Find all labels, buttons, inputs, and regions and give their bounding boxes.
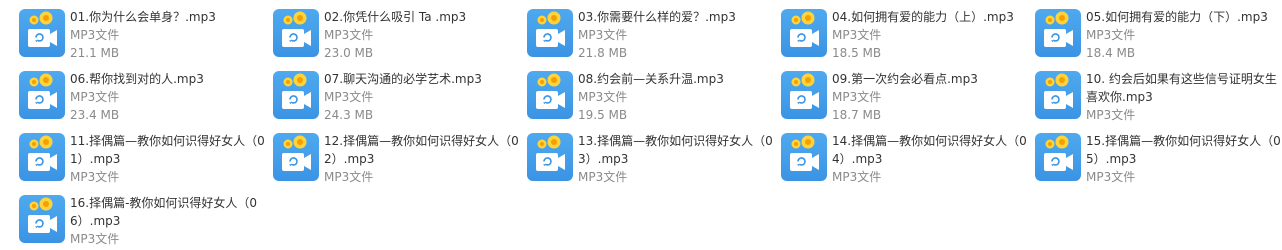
file-type: MP3文件 bbox=[578, 170, 628, 184]
file-size: 24.3 MB bbox=[324, 108, 374, 122]
audio-file-icon bbox=[19, 133, 65, 181]
file-size: 18.5 MB bbox=[832, 46, 882, 60]
audio-file-icon bbox=[273, 71, 319, 119]
audio-file-icon bbox=[19, 195, 65, 243]
file-type: MP3文件 bbox=[1086, 28, 1136, 42]
file-name: 07.聊天沟通的必学艺术.mp3 bbox=[324, 72, 482, 86]
file-item[interactable]: 11.择偶篇—教你如何识得好女人（01）.mp3 MP3文件 bbox=[16, 128, 266, 186]
file-size: 18.7 MB bbox=[832, 108, 882, 122]
file-item[interactable]: 16.择偶篇-教你如何识得好女人（06）.mp3 MP3文件 bbox=[16, 190, 266, 248]
audio-file-icon bbox=[1035, 71, 1081, 119]
file-name: 14.择偶篇—教你如何识得好女人（04）.mp3 bbox=[832, 134, 1027, 166]
file-type: MP3文件 bbox=[324, 90, 374, 104]
file-type: MP3文件 bbox=[324, 28, 374, 42]
file-type: MP3文件 bbox=[70, 232, 120, 246]
file-item[interactable]: 04.如何拥有爱的能力（上）.mp3 MP3文件 18.5 MB bbox=[778, 4, 1028, 62]
audio-file-icon bbox=[1035, 9, 1081, 57]
audio-file-icon bbox=[19, 9, 65, 57]
file-size: 18.4 MB bbox=[1086, 46, 1136, 60]
file-size: 21.8 MB bbox=[578, 46, 628, 60]
file-item[interactable]: 09.第一次约会必看点.mp3 MP3文件 18.7 MB bbox=[778, 66, 1028, 124]
file-item[interactable]: 06.帮你找到对的人.mp3 MP3文件 23.4 MB bbox=[16, 66, 266, 124]
file-item[interactable]: 03.你需要什么样的爱？.mp3 MP3文件 21.8 MB bbox=[524, 4, 774, 62]
audio-file-icon bbox=[527, 9, 573, 57]
audio-file-icon bbox=[527, 71, 573, 119]
file-item[interactable]: 15.择偶篇—教你如何识得好女人（05）.mp3 MP3文件 bbox=[1032, 128, 1282, 186]
file-grid: 01.你为什么会单身？.mp3 MP3文件 21.1 MB 02.你凭什么吸引 … bbox=[0, 0, 1282, 250]
file-size: 21.1 MB bbox=[70, 46, 120, 60]
audio-file-icon bbox=[781, 133, 827, 181]
file-type: MP3文件 bbox=[324, 170, 374, 184]
file-name: 10. 约会后如果有这些信号证明女生喜欢你.mp3 bbox=[1086, 72, 1277, 104]
file-item[interactable]: 07.聊天沟通的必学艺术.mp3 MP3文件 24.3 MB bbox=[270, 66, 520, 124]
file-name: 03.你需要什么样的爱？.mp3 bbox=[578, 10, 736, 24]
file-item[interactable]: 05.如何拥有爱的能力（下）.mp3 MP3文件 18.4 MB bbox=[1032, 4, 1282, 62]
file-type: MP3文件 bbox=[1086, 170, 1136, 184]
file-type: MP3文件 bbox=[832, 28, 882, 42]
file-name: 16.择偶篇-教你如何识得好女人（06）.mp3 bbox=[70, 196, 258, 228]
file-name: 06.帮你找到对的人.mp3 bbox=[70, 72, 204, 86]
file-name: 09.第一次约会必看点.mp3 bbox=[832, 72, 978, 86]
audio-file-icon bbox=[781, 71, 827, 119]
file-type: MP3文件 bbox=[70, 170, 120, 184]
audio-file-icon bbox=[781, 9, 827, 57]
file-type: MP3文件 bbox=[578, 90, 628, 104]
file-name: 12.择偶篇—教你如何识得好女人（02）.mp3 bbox=[324, 134, 519, 166]
file-type: MP3文件 bbox=[70, 28, 120, 42]
file-size: 23.4 MB bbox=[70, 108, 120, 122]
file-name: 02.你凭什么吸引 Ta .mp3 bbox=[324, 10, 467, 24]
file-name: 04.如何拥有爱的能力（上）.mp3 bbox=[832, 10, 1014, 24]
file-type: MP3文件 bbox=[578, 28, 628, 42]
file-name: 13.择偶篇—教你如何识得好女人（03）.mp3 bbox=[578, 134, 773, 166]
file-name: 08.约会前—关系升温.mp3 bbox=[578, 72, 724, 86]
audio-file-icon bbox=[273, 133, 319, 181]
file-size: 23.0 MB bbox=[324, 46, 374, 60]
file-size: 19.5 MB bbox=[578, 108, 628, 122]
file-name: 01.你为什么会单身？.mp3 bbox=[70, 10, 216, 24]
file-type: MP3文件 bbox=[70, 90, 120, 104]
file-item[interactable]: 08.约会前—关系升温.mp3 MP3文件 19.5 MB bbox=[524, 66, 774, 124]
audio-file-icon bbox=[19, 71, 65, 119]
file-item[interactable]: 13.择偶篇—教你如何识得好女人（03）.mp3 MP3文件 bbox=[524, 128, 774, 186]
file-item[interactable]: 02.你凭什么吸引 Ta .mp3 MP3文件 23.0 MB bbox=[270, 4, 520, 62]
file-name: 15.择偶篇—教你如何识得好女人（05）.mp3 bbox=[1086, 134, 1281, 166]
file-type: MP3文件 bbox=[832, 170, 882, 184]
audio-file-icon bbox=[273, 9, 319, 57]
file-name: 05.如何拥有爱的能力（下）.mp3 bbox=[1086, 10, 1268, 24]
file-type: MP3文件 bbox=[1086, 108, 1136, 122]
file-item[interactable]: 10. 约会后如果有这些信号证明女生喜欢你.mp3 MP3文件 bbox=[1032, 66, 1282, 124]
file-type: MP3文件 bbox=[832, 90, 882, 104]
file-item[interactable]: 12.择偶篇—教你如何识得好女人（02）.mp3 MP3文件 bbox=[270, 128, 520, 186]
audio-file-icon bbox=[1035, 133, 1081, 181]
file-item[interactable]: 01.你为什么会单身？.mp3 MP3文件 21.1 MB bbox=[16, 4, 266, 62]
audio-file-icon bbox=[527, 133, 573, 181]
file-item[interactable]: 14.择偶篇—教你如何识得好女人（04）.mp3 MP3文件 bbox=[778, 128, 1028, 186]
file-name: 11.择偶篇—教你如何识得好女人（01）.mp3 bbox=[70, 134, 265, 166]
